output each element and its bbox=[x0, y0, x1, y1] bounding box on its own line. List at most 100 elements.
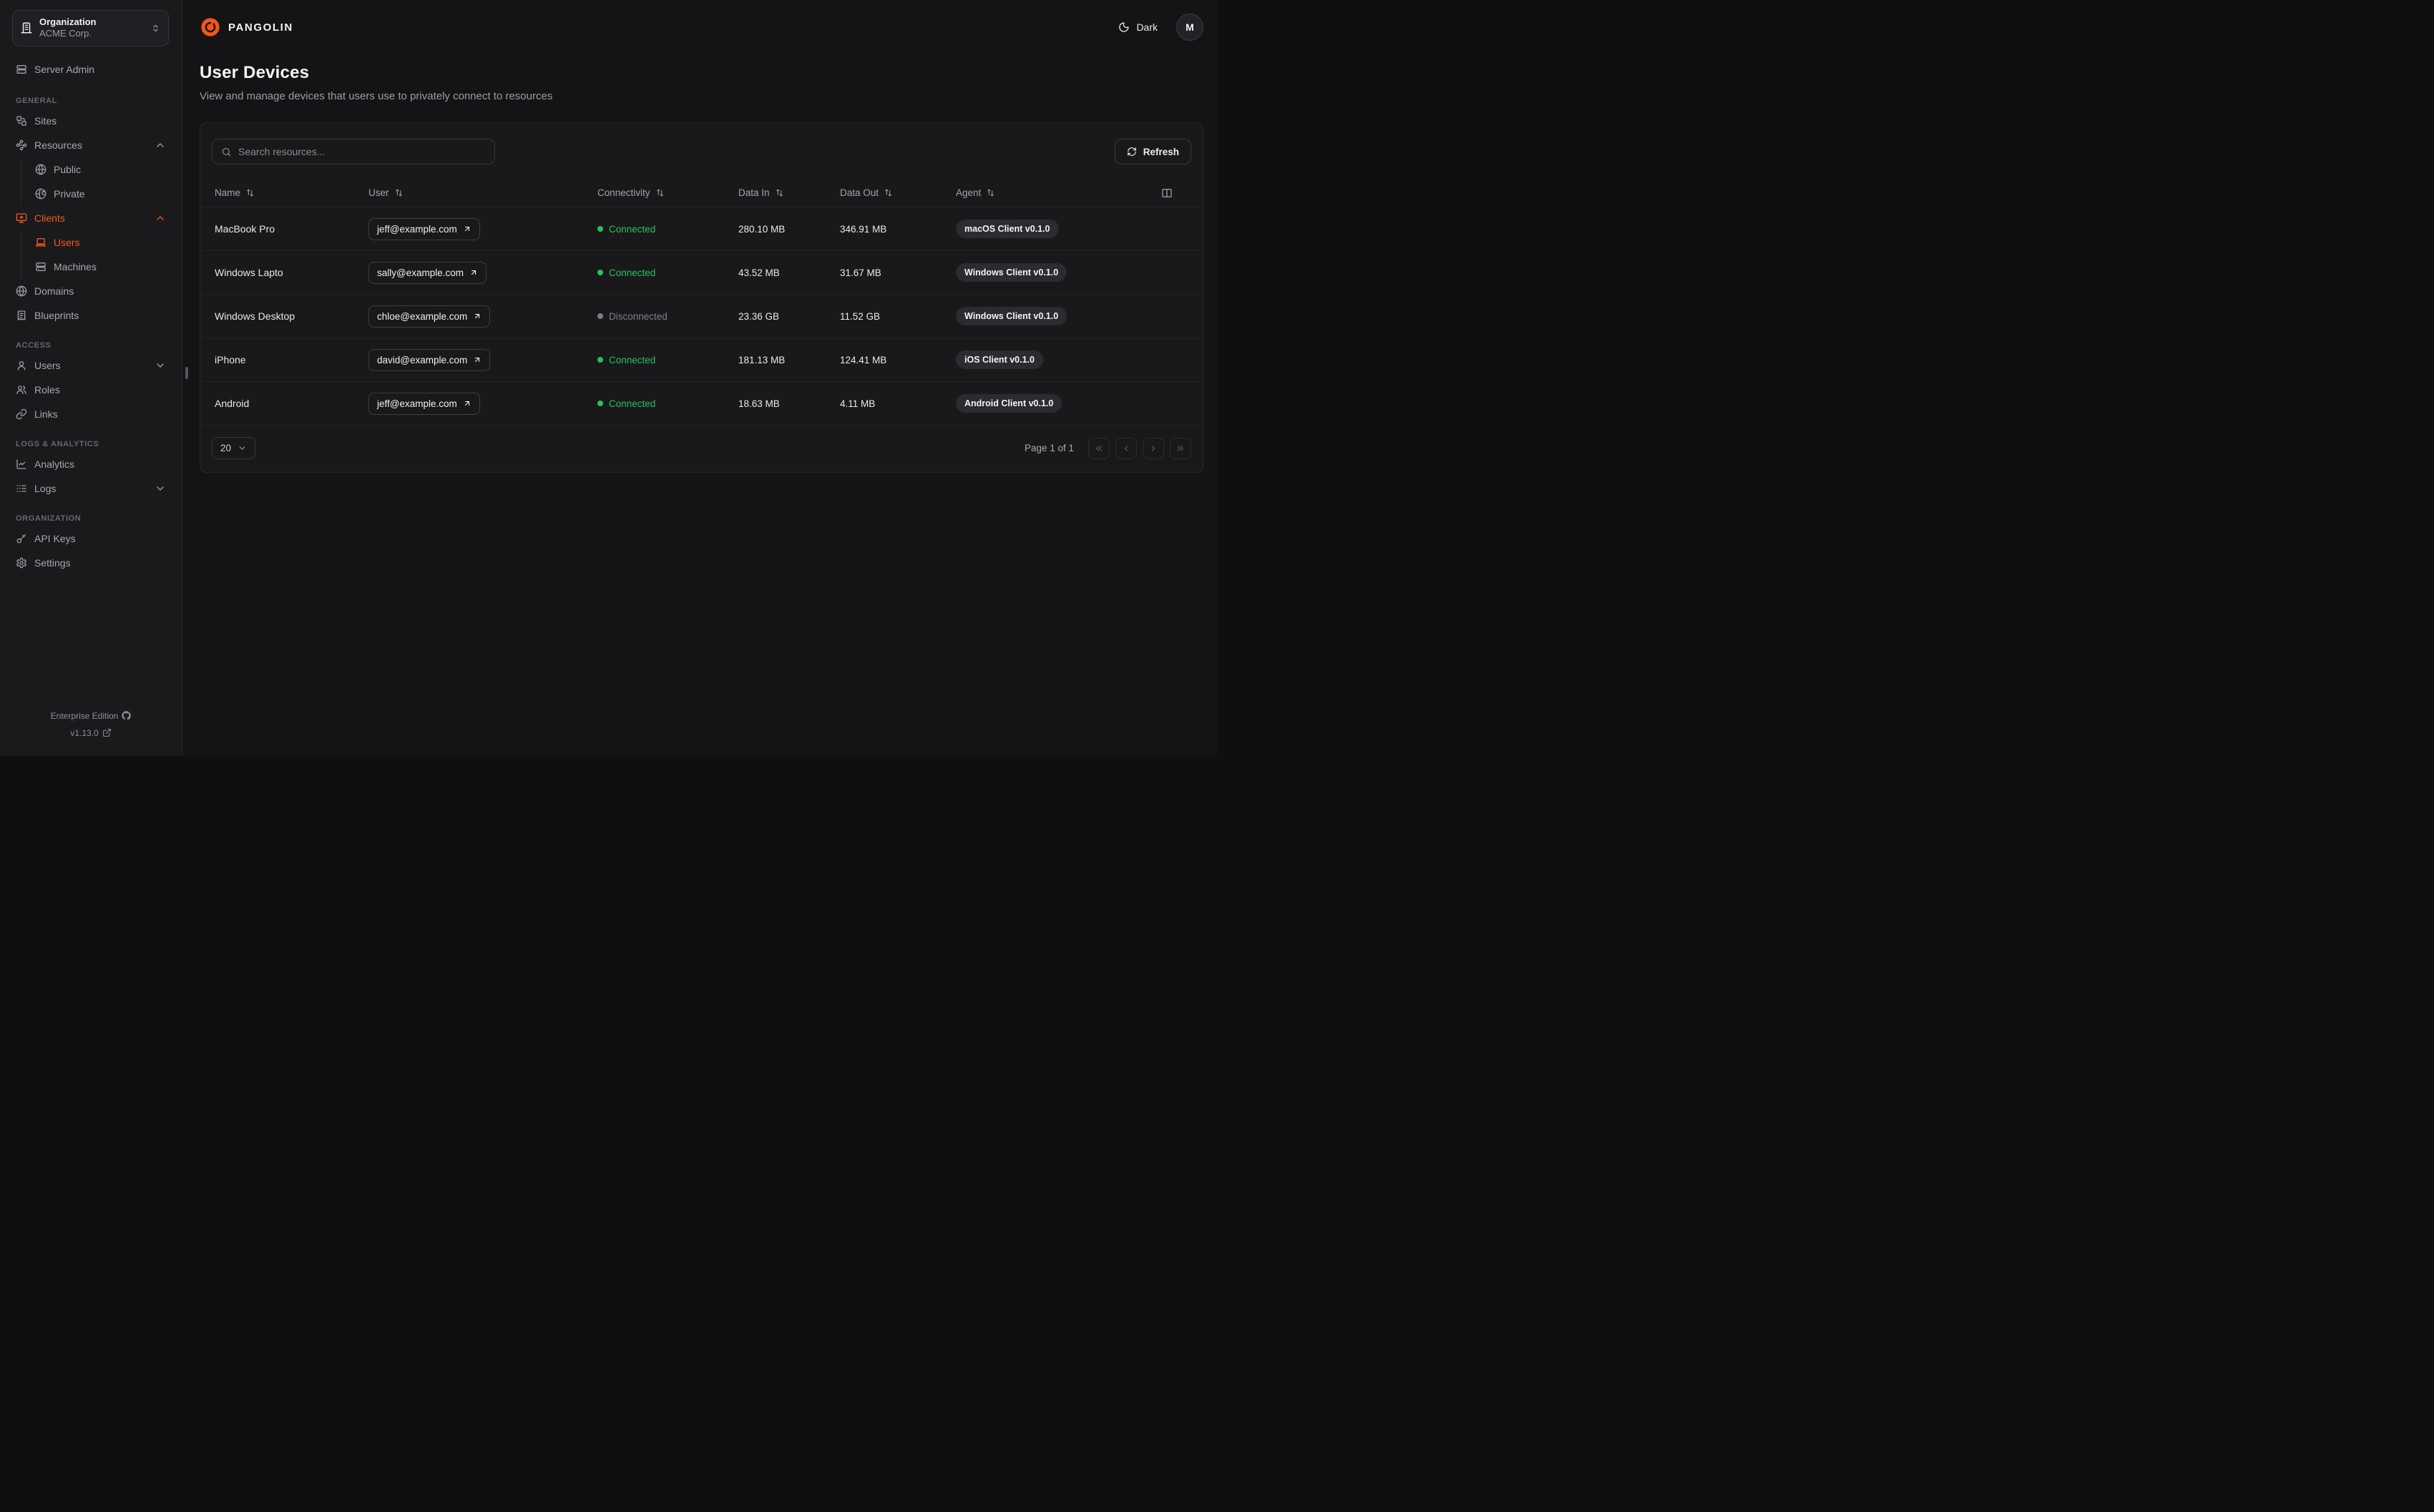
section-label-organization: Organization bbox=[16, 514, 82, 523]
agent-badge: Windows Client v0.1.0 bbox=[956, 307, 1067, 325]
sidebar-item-server-admin[interactable]: Server Admin bbox=[11, 58, 170, 81]
sidebar-nav: Server Admin General Sites Resources Pub… bbox=[0, 46, 182, 709]
monitor-up-icon bbox=[16, 212, 27, 224]
data-out-value: 346.91 MB bbox=[840, 223, 887, 235]
external-link-icon bbox=[102, 728, 112, 737]
sidebar-item-api-keys[interactable]: API Keys bbox=[11, 527, 170, 550]
sidebar-item-analytics[interactable]: Analytics bbox=[11, 453, 170, 476]
sidebar-item-users[interactable]: Users bbox=[11, 354, 170, 377]
page-title: User Devices bbox=[200, 63, 310, 82]
user-link-button[interactable]: jeff@example.com bbox=[368, 217, 480, 240]
previous-page-button[interactable] bbox=[1115, 437, 1137, 459]
columns-icon[interactable] bbox=[1161, 187, 1173, 199]
building-icon bbox=[20, 21, 33, 34]
user-link-button[interactable]: david@example.com bbox=[368, 348, 491, 371]
devices-card: Refresh Name User Connectivity Data In D… bbox=[200, 122, 1203, 473]
data-in-value: 280.10 MB bbox=[738, 223, 786, 235]
section-label-access: Access bbox=[16, 340, 52, 350]
sidebar-item-label: Roles bbox=[34, 383, 60, 396]
theme-toggle[interactable]: Dark bbox=[1118, 21, 1158, 33]
column-header-agent[interactable]: Agent bbox=[956, 187, 1191, 199]
edition-line[interactable]: Enterprise Edition bbox=[0, 708, 182, 725]
page-size-select[interactable]: 20 bbox=[212, 437, 256, 459]
user-link-button[interactable]: jeff@example.com bbox=[368, 392, 480, 415]
agent-header-group: Agent bbox=[956, 187, 995, 198]
first-page-button[interactable] bbox=[1088, 437, 1110, 459]
sidebar-item-sites[interactable]: Sites bbox=[11, 109, 170, 132]
column-label: Agent bbox=[956, 187, 982, 198]
receipt-icon bbox=[16, 310, 27, 321]
sidebar-item-blueprints[interactable]: Blueprints bbox=[11, 304, 170, 327]
user-email: david@example.com bbox=[377, 354, 468, 365]
sidebar-item-label: Private bbox=[54, 187, 85, 200]
sidebar-item-label: Users bbox=[54, 236, 80, 248]
data-in-value: 23.36 GB bbox=[738, 310, 780, 322]
status-dot bbox=[597, 313, 603, 319]
version-line[interactable]: v1.13.0 bbox=[0, 725, 182, 742]
device-name: MacBook Pro bbox=[215, 223, 275, 235]
sidebar-item-label: Settings bbox=[34, 556, 71, 569]
column-header-data-out[interactable]: Data Out bbox=[840, 187, 956, 198]
sidebar-item-label: Resources bbox=[34, 139, 82, 151]
sidebar-item-settings[interactable]: Settings bbox=[11, 551, 170, 574]
column-header-user[interactable]: User bbox=[368, 187, 597, 198]
data-out-value: 4.11 MB bbox=[840, 398, 876, 409]
agent-badge: Windows Client v0.1.0 bbox=[956, 263, 1067, 282]
org-selector-texts: Organization ACME Corp. bbox=[39, 16, 144, 40]
device-name: Android bbox=[215, 398, 250, 409]
user-link-button[interactable]: sally@example.com bbox=[368, 261, 487, 284]
sidebar-item-label: Public bbox=[54, 163, 82, 175]
data-in-value: 43.52 MB bbox=[738, 267, 780, 278]
sidebar-item-clients[interactable]: Clients bbox=[11, 207, 170, 230]
connectivity-status: Connected bbox=[597, 355, 738, 365]
sidebar-item-label: Logs bbox=[34, 482, 57, 494]
chevrons-up-down-icon bbox=[150, 23, 161, 34]
globe-icon bbox=[16, 285, 27, 297]
laptop-icon bbox=[35, 237, 47, 248]
users-icon bbox=[16, 384, 27, 396]
column-label: Data In bbox=[738, 187, 770, 198]
chevrons-right-icon bbox=[1176, 443, 1186, 453]
user-link-button[interactable]: chloe@example.com bbox=[368, 305, 491, 328]
version-label: v1.13.0 bbox=[70, 727, 99, 738]
column-label: Connectivity bbox=[597, 187, 650, 198]
chevron-left-icon bbox=[1121, 443, 1131, 453]
user-email: sally@example.com bbox=[377, 267, 464, 278]
refresh-button[interactable]: Refresh bbox=[1114, 139, 1191, 165]
gear-icon bbox=[16, 557, 27, 569]
sidebar-item-resources[interactable]: Resources bbox=[11, 134, 170, 157]
data-out-value: 31.67 MB bbox=[840, 267, 881, 278]
connectivity-status: Connected bbox=[597, 267, 738, 278]
key-icon bbox=[16, 533, 27, 544]
status-label: Connected bbox=[609, 354, 656, 365]
waypoints-icon bbox=[16, 139, 27, 151]
avatar[interactable]: M bbox=[1176, 14, 1203, 41]
last-page-button[interactable] bbox=[1170, 437, 1191, 459]
sidebar-item-public[interactable]: Public bbox=[31, 158, 170, 181]
sidebar-item-domains[interactable]: Domains bbox=[11, 280, 170, 303]
chevrons-left-icon bbox=[1094, 443, 1104, 453]
status-dot bbox=[597, 357, 603, 363]
sidebar-item-machines[interactable]: Machines bbox=[31, 255, 170, 278]
agent-badge: iOS Client v0.1.0 bbox=[956, 350, 1043, 369]
sidebar-item-roles[interactable]: Roles bbox=[11, 378, 170, 401]
sidebar-item-links[interactable]: Links bbox=[11, 403, 170, 426]
column-header-connectivity[interactable]: Connectivity bbox=[597, 187, 738, 198]
sort-icon bbox=[655, 188, 665, 197]
sidebar-resize-handle[interactable] bbox=[185, 367, 188, 379]
org-selector[interactable]: Organization ACME Corp. bbox=[12, 10, 169, 46]
next-page-button[interactable] bbox=[1143, 437, 1164, 459]
chevron-right-icon bbox=[1148, 443, 1158, 453]
search-input[interactable] bbox=[238, 146, 486, 157]
chevron-up-icon bbox=[155, 139, 166, 151]
data-out-value: 11.52 GB bbox=[840, 310, 881, 322]
sidebar-item-client-users[interactable]: Users bbox=[31, 231, 170, 254]
data-in-value: 181.13 MB bbox=[738, 354, 786, 365]
status-label: Connected bbox=[609, 223, 656, 235]
sidebar-item-logs[interactable]: Logs bbox=[11, 477, 170, 500]
column-header-name[interactable]: Name bbox=[215, 187, 368, 198]
column-header-data-in[interactable]: Data In bbox=[738, 187, 840, 198]
brand-logo[interactable]: PANGOLIN bbox=[200, 16, 293, 38]
user-email: jeff@example.com bbox=[377, 223, 457, 235]
sidebar-item-private[interactable]: Private bbox=[31, 182, 170, 205]
